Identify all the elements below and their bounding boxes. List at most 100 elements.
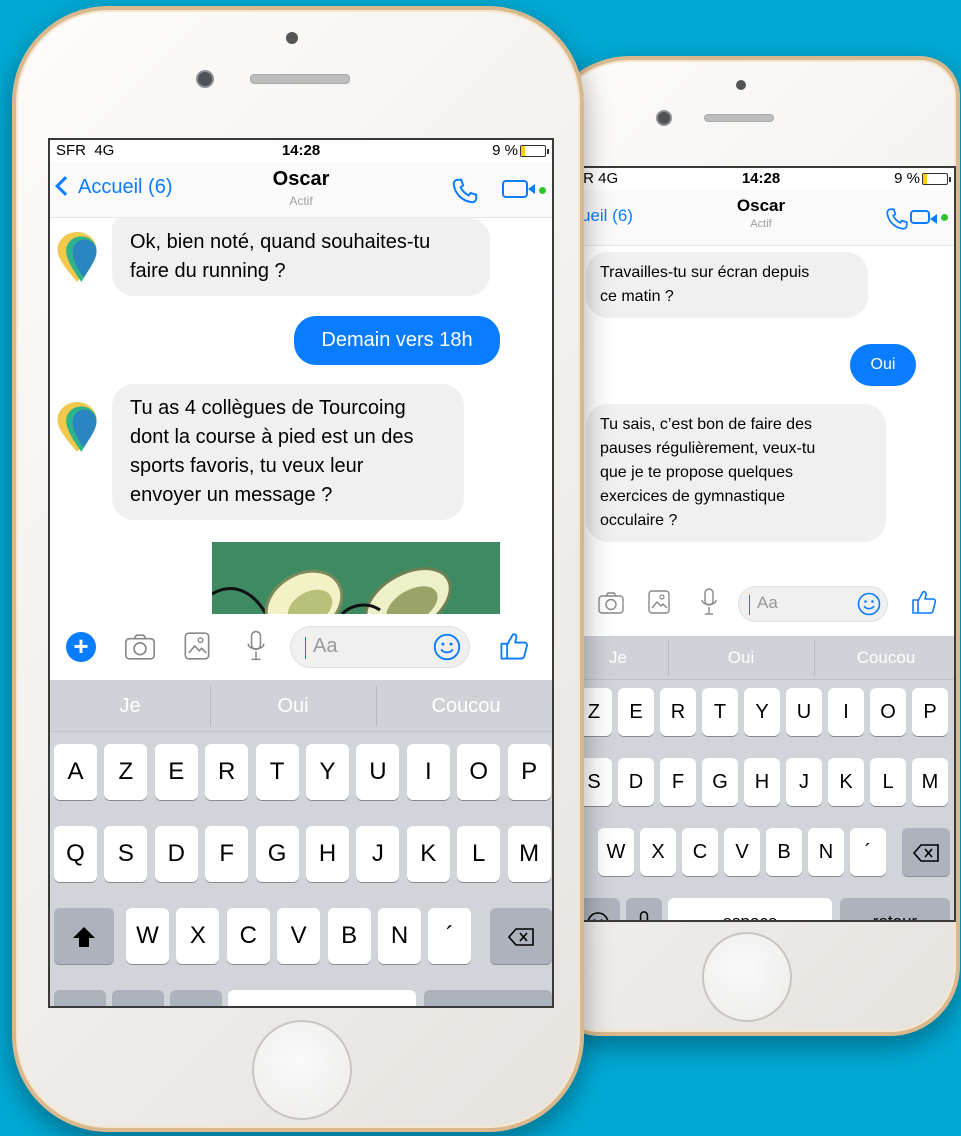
- key-b[interactable]: B: [766, 828, 802, 876]
- emoji-key[interactable]: [112, 990, 164, 1006]
- gallery-icon[interactable]: [184, 632, 210, 660]
- key-e[interactable]: E: [618, 688, 654, 736]
- space-key[interactable]: espace: [228, 990, 416, 1006]
- key-x[interactable]: X: [640, 828, 676, 876]
- dictation-key[interactable]: [170, 990, 222, 1006]
- key-v[interactable]: V: [724, 828, 760, 876]
- emoji-icon[interactable]: [433, 633, 461, 661]
- key-k[interactable]: K: [406, 826, 450, 882]
- shared-image[interactable]: [212, 542, 500, 614]
- call-icon[interactable]: [884, 206, 910, 232]
- battery-icon: [922, 173, 951, 185]
- message-input[interactable]: Aa: [738, 586, 888, 622]
- return-key[interactable]: retour: [840, 898, 950, 920]
- suggestion-item[interactable]: Coucou: [814, 636, 954, 680]
- key-l[interactable]: L: [870, 758, 906, 806]
- key-q[interactable]: Q: [54, 826, 97, 882]
- microphone-icon[interactable]: [700, 588, 718, 616]
- key-g[interactable]: G: [255, 826, 299, 882]
- key-i[interactable]: I: [828, 688, 864, 736]
- key-f[interactable]: F: [660, 758, 696, 806]
- camera-icon[interactable]: [598, 592, 624, 614]
- key-p[interactable]: P: [912, 688, 948, 736]
- key-accent[interactable]: ´: [850, 828, 886, 876]
- clock: 14:28: [281, 142, 321, 159]
- key-v[interactable]: V: [277, 908, 321, 964]
- return-key[interactable]: retour: [424, 990, 552, 1006]
- key-b[interactable]: B: [327, 908, 371, 964]
- backspace-key[interactable]: [902, 828, 950, 876]
- video-call-icon[interactable]: [910, 210, 937, 224]
- key-y[interactable]: Y: [744, 688, 780, 736]
- key-j[interactable]: J: [786, 758, 822, 806]
- key-n[interactable]: N: [808, 828, 844, 876]
- suggestion-item[interactable]: Oui: [210, 680, 376, 732]
- key-o[interactable]: O: [457, 744, 501, 800]
- key-g[interactable]: G: [702, 758, 738, 806]
- key-m[interactable]: M: [912, 758, 948, 806]
- key-a[interactable]: A: [54, 744, 97, 800]
- dictation-key[interactable]: [626, 898, 662, 920]
- message-input[interactable]: Aa: [290, 626, 470, 668]
- message-bubble-bot: Tu sais, c’est bon de faire des pauses r…: [586, 404, 886, 542]
- suggestion-item[interactable]: Oui: [668, 636, 814, 680]
- key-i[interactable]: I: [406, 744, 450, 800]
- microphone-icon[interactable]: [246, 630, 266, 662]
- like-icon[interactable]: [910, 588, 938, 616]
- key-e[interactable]: E: [154, 744, 198, 800]
- key-w[interactable]: W: [126, 908, 169, 964]
- key-u[interactable]: U: [356, 744, 400, 800]
- key-w[interactable]: W: [598, 828, 634, 876]
- key-c[interactable]: C: [682, 828, 718, 876]
- key-d[interactable]: D: [154, 826, 198, 882]
- like-icon[interactable]: [498, 630, 530, 662]
- shift-key[interactable]: [54, 908, 114, 964]
- suggestion-item[interactable]: Je: [50, 680, 210, 732]
- key-n[interactable]: N: [378, 908, 421, 964]
- call-icon[interactable]: [450, 176, 480, 206]
- camera-icon[interactable]: [124, 634, 156, 660]
- video-call-icon[interactable]: [502, 180, 535, 198]
- backspace-icon: [507, 927, 534, 946]
- message-line: occulaire ?: [600, 512, 678, 529]
- emoji-icon: [587, 911, 609, 920]
- screen-left: SFR 4G 14:28 9 % Accueil (6) Oscar Actif…: [48, 138, 554, 1008]
- numbers-key[interactable]: 123: [54, 990, 106, 1006]
- space-key[interactable]: espace: [668, 898, 832, 920]
- key-r[interactable]: R: [205, 744, 249, 800]
- message-text: Demain vers 18h: [321, 329, 473, 351]
- phone-left: SFR 4G 14:28 9 % Accueil (6) Oscar Actif…: [12, 6, 584, 1132]
- key-s[interactable]: S: [104, 826, 148, 882]
- key-y[interactable]: Y: [306, 744, 349, 800]
- suggestion-item[interactable]: Coucou: [376, 680, 552, 732]
- key-u[interactable]: U: [786, 688, 822, 736]
- key-d[interactable]: D: [618, 758, 654, 806]
- key-accent[interactable]: ´: [428, 908, 472, 964]
- gallery-icon[interactable]: [648, 590, 670, 614]
- key-x[interactable]: X: [176, 908, 220, 964]
- message-line: pauses régulièrement, veux-tu: [600, 440, 816, 457]
- online-indicator: [539, 187, 546, 194]
- home-button[interactable]: [252, 1020, 352, 1120]
- message-line: sports favoris, tu veux leur: [130, 455, 364, 477]
- key-m[interactable]: M: [507, 826, 551, 882]
- key-z[interactable]: Z: [104, 744, 148, 800]
- key-f[interactable]: F: [205, 826, 249, 882]
- backspace-key[interactable]: [490, 908, 552, 964]
- key-j[interactable]: J: [356, 826, 400, 882]
- key-p[interactable]: P: [507, 744, 551, 800]
- keyboard: Je Oui Coucou AZERTYUIOP QSDFGHJKLM WXCVBN…: [50, 680, 552, 1006]
- key-t[interactable]: T: [702, 688, 738, 736]
- key-h[interactable]: H: [744, 758, 780, 806]
- key-k[interactable]: K: [828, 758, 864, 806]
- key-c[interactable]: C: [226, 908, 270, 964]
- emoji-icon[interactable]: [857, 592, 881, 616]
- key-l[interactable]: L: [457, 826, 501, 882]
- key-o[interactable]: O: [870, 688, 906, 736]
- key-h[interactable]: H: [306, 826, 349, 882]
- home-button[interactable]: [702, 932, 792, 1022]
- key-r[interactable]: R: [660, 688, 696, 736]
- message-input-placeholder: Aa: [757, 593, 778, 612]
- plus-icon[interactable]: +: [66, 632, 96, 662]
- key-t[interactable]: T: [255, 744, 299, 800]
